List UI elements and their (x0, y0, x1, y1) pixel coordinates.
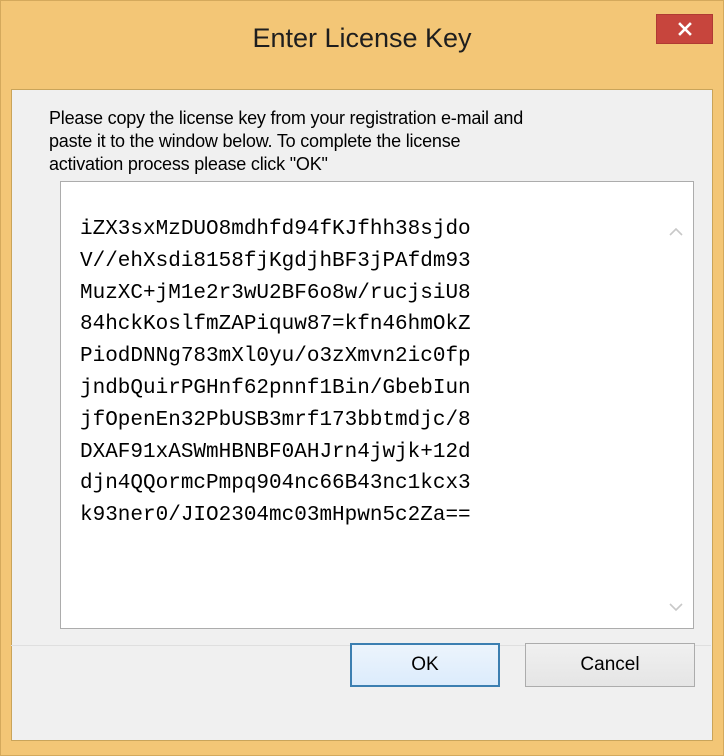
dialog-title: Enter License Key (252, 23, 472, 53)
scroll-up-button[interactable] (659, 212, 693, 252)
vertical-scrollbar[interactable] (659, 182, 693, 628)
license-key-text[interactable]: iZX3sxMzDUO8mdhfd94fKJfhh38sjdo V//ehXsd… (80, 214, 640, 532)
ok-button[interactable]: OK (350, 643, 500, 687)
close-button[interactable] (656, 14, 713, 44)
license-key-textarea[interactable]: iZX3sxMzDUO8mdhfd94fKJfhh38sjdo V//ehXsd… (60, 181, 694, 629)
chevron-down-icon (669, 603, 683, 612)
title-bar[interactable]: Enter License Key (1, 1, 723, 89)
close-icon (677, 22, 692, 36)
chevron-up-icon (669, 227, 683, 236)
license-dialog: Enter License Key Please copy the licens… (0, 0, 724, 756)
instruction-text: Please copy the license key from your re… (49, 108, 524, 174)
scroll-down-button[interactable] (659, 587, 693, 627)
cancel-button[interactable]: Cancel (525, 643, 695, 687)
